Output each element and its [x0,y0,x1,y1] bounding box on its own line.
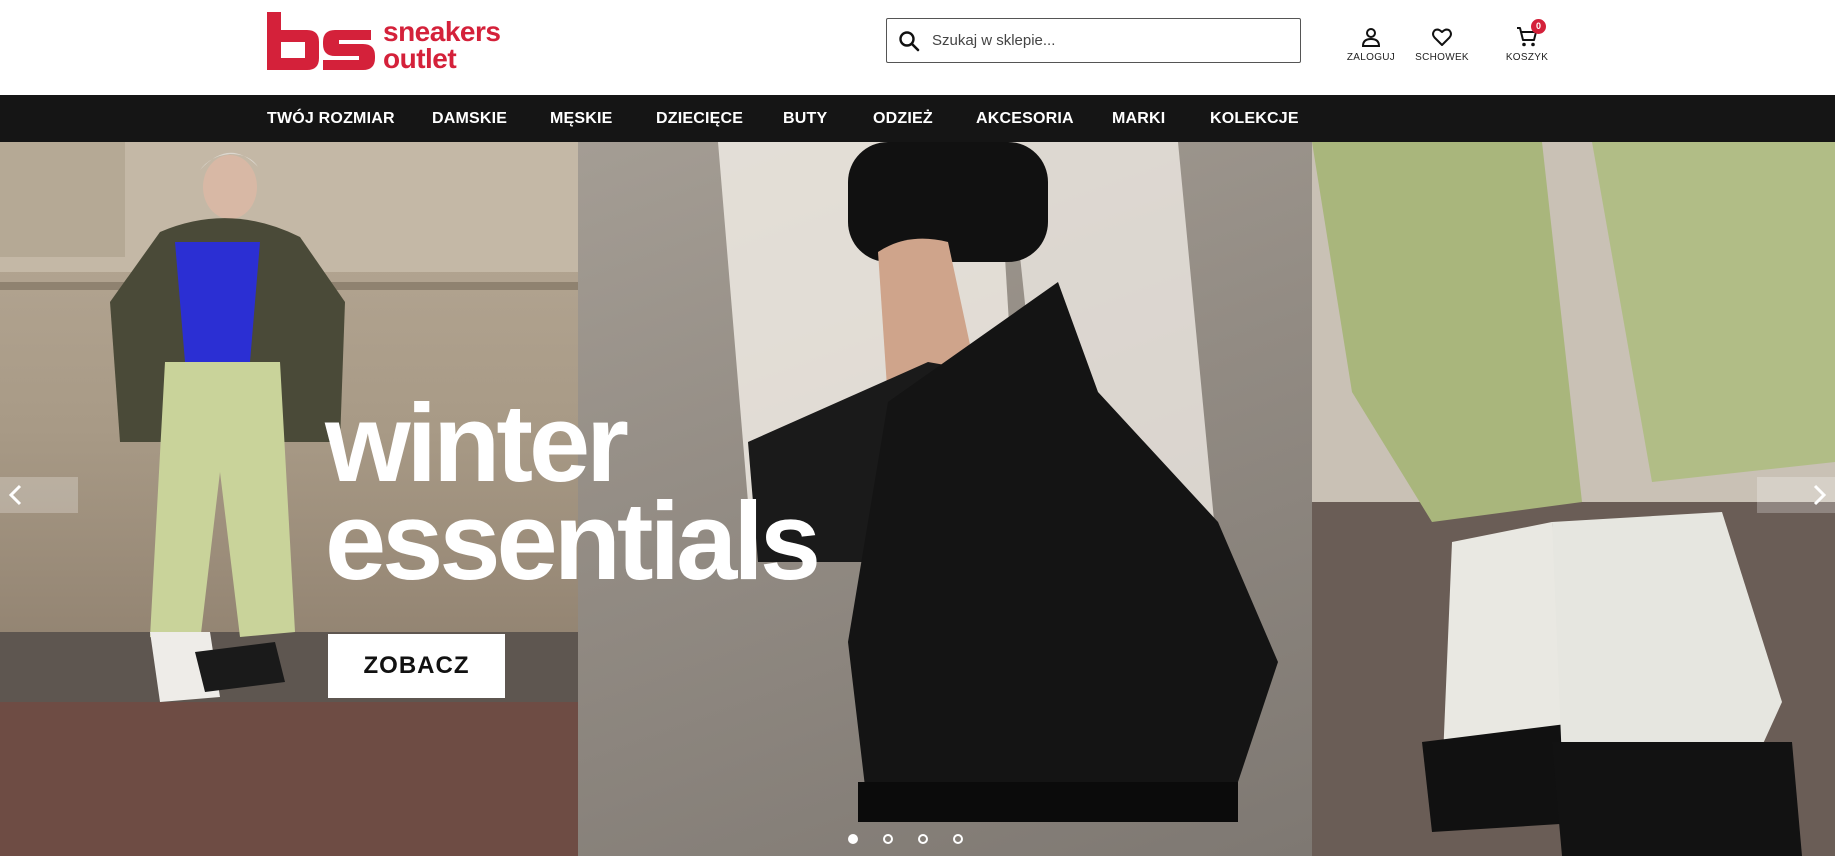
brand-line1: sneakers [383,16,501,47]
search-icon[interactable] [897,29,921,53]
hero-banner[interactable]: winter essentials ZOBACZ [0,142,1835,856]
user-icon [1361,28,1381,47]
brand-logo[interactable]: sneakers outlet [267,12,527,74]
carousel-dot-4[interactable] [953,834,963,844]
carousel-dot-3[interactable] [918,834,928,844]
hero-title-line1: winter [325,382,629,505]
nav-item-twoj-rozmiar[interactable]: TWÓJ ROZMIAR [267,95,395,142]
nav-item-akcesoria[interactable]: AKCESORIA [976,95,1074,142]
carousel-dot-1[interactable] [848,834,858,844]
search-input[interactable] [932,19,1292,62]
bs-logo-mark [267,12,375,70]
nav-item-odziez[interactable]: ODZIEŻ [873,95,933,142]
nav-item-buty[interactable]: BUTY [783,95,827,142]
brand-line2: outlet [383,43,457,74]
main-nav: TWÓJ ROZMIAR DAMSKIE MĘSKIE DZIECIĘCE BU… [0,95,1835,142]
cart-icon-wrap: 0 [1515,19,1546,49]
login-button[interactable]: ZALOGUJ [1336,25,1406,65]
nav-item-meskie[interactable]: MĘSKIE [550,95,613,142]
nav-item-marki[interactable]: MARKI [1112,95,1165,142]
hero-title: winter essentials [325,382,821,603]
nav-item-kolekcje[interactable]: KOLEKCJE [1210,95,1299,142]
cart-label: KOSZYK [1505,52,1549,63]
carousel-prev-button[interactable] [0,477,78,513]
hero-cta-button[interactable]: ZOBACZ [328,634,505,698]
chevron-left-icon [8,484,22,506]
nav-item-dzieciece[interactable]: DZIECIĘCE [656,95,743,142]
brand-wordmark: sneakers outlet [383,16,501,74]
heart-icon [1432,28,1452,46]
login-label: ZALOGUJ [1346,52,1396,63]
site-header: sneakers outlet ZALOGUJ SCHOWEK [0,0,1835,95]
cart-count-badge: 0 [1531,19,1546,34]
carousel-next-button[interactable] [1757,477,1835,513]
wishlist-button[interactable]: SCHOWEK [1407,25,1477,65]
nav-item-damskie[interactable]: DAMSKIE [432,95,507,142]
search-box [886,18,1301,63]
carousel-dot-2[interactable] [883,834,893,844]
cart-button[interactable]: 0 KOSZYK [1492,19,1562,65]
wishlist-label: SCHOWEK [1415,52,1469,63]
hero-title-line2: essentials [325,480,821,603]
carousel-dots [848,834,968,848]
chevron-right-icon [1813,484,1827,506]
